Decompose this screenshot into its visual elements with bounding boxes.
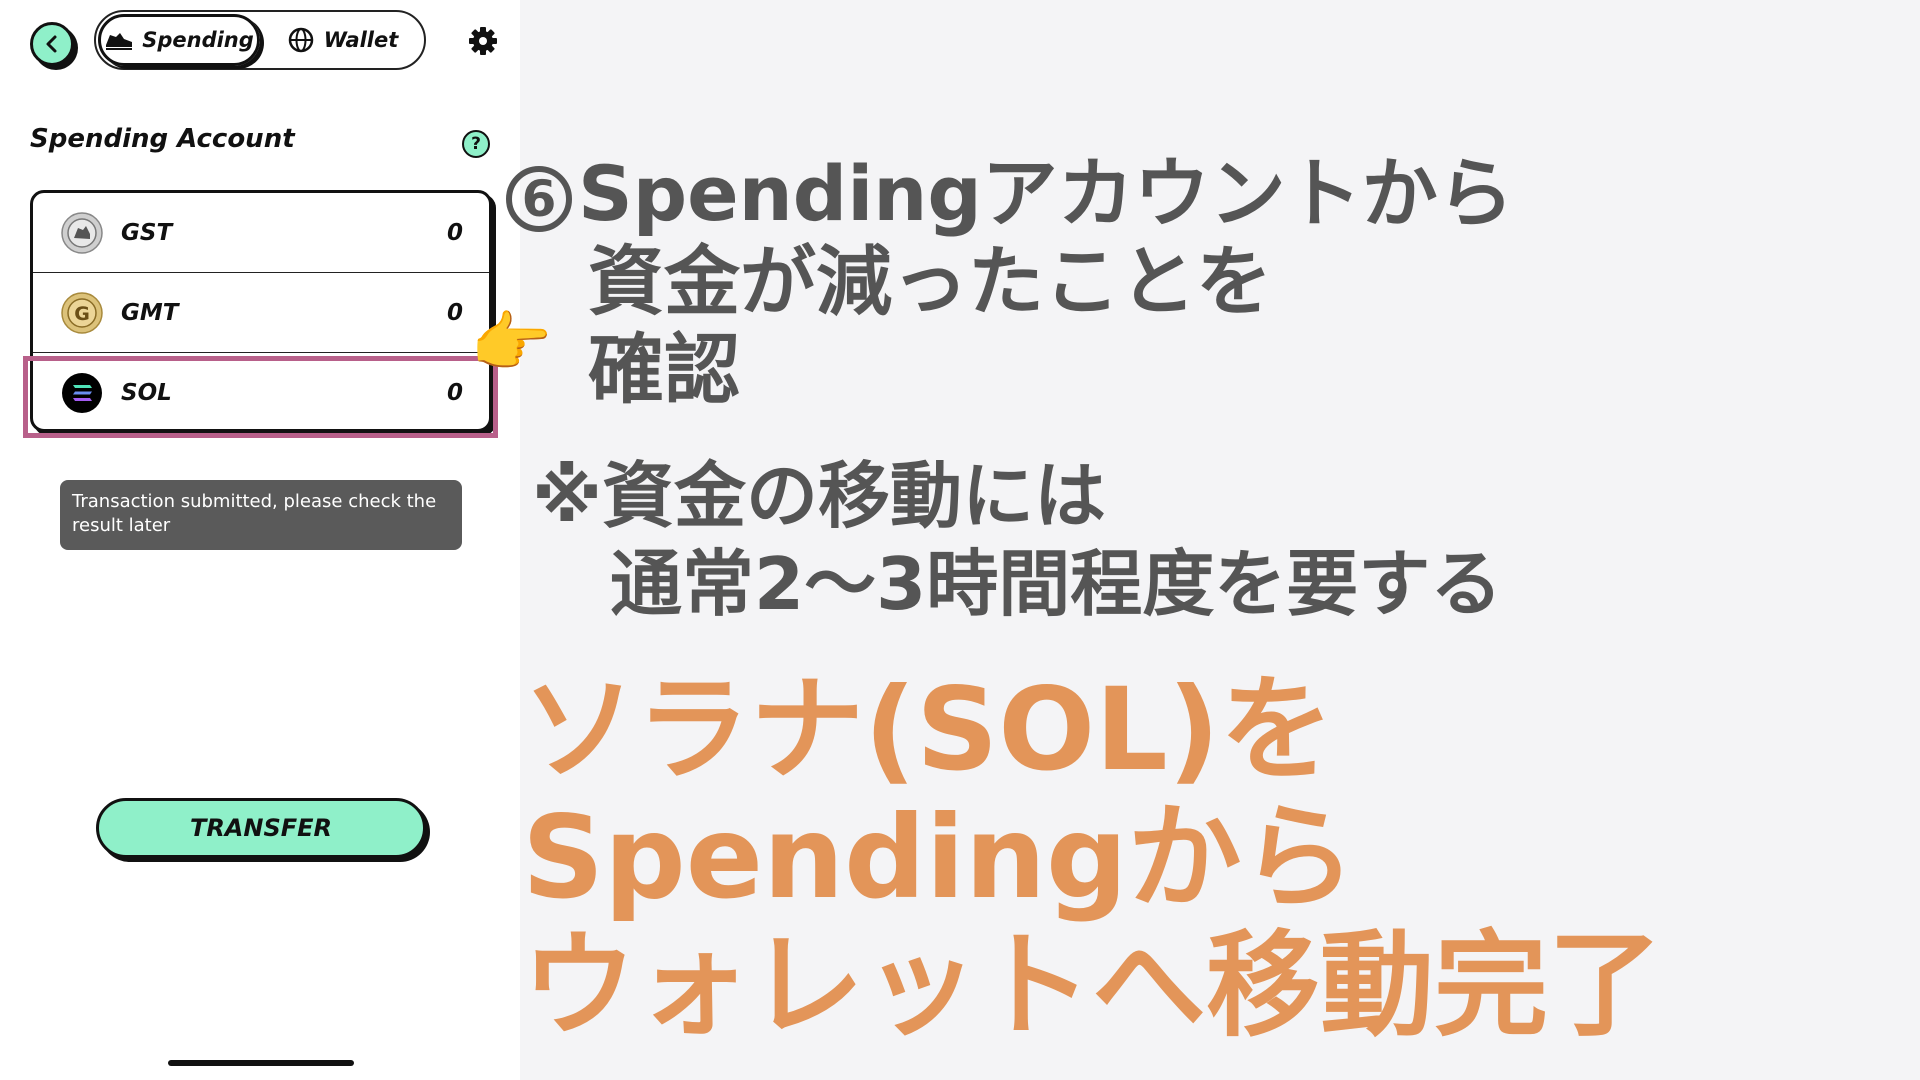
token-balance: 0 (446, 299, 463, 326)
token-name: GST (121, 219, 173, 246)
headline-line-1: ソラナ(SOL)を (522, 663, 1334, 796)
token-row-gmt[interactable]: G GMT 0 (33, 273, 489, 353)
home-indicator[interactable] (168, 1060, 354, 1066)
token-row-gst[interactable]: GST 0 (33, 193, 489, 273)
step-annotation: 6 Spendingアカウントから 資金が減ったことを 確認 (506, 150, 1514, 414)
tab-wallet[interactable]: Wallet (268, 14, 418, 66)
gst-coin-icon (61, 211, 103, 254)
token-balance: 0 (446, 219, 463, 246)
sol-highlight-box (23, 356, 498, 438)
transfer-button[interactable]: TRANSFER (96, 798, 426, 858)
gmt-coin-icon: G (61, 291, 103, 334)
help-icon[interactable]: ? (462, 130, 490, 158)
tab-spending[interactable]: Spending (98, 14, 260, 66)
step-line-2: 資金が減ったことを (588, 237, 1272, 326)
step-line-3: 確認 (588, 325, 740, 414)
back-button[interactable] (30, 22, 74, 66)
headline-line-2: Spendingから (522, 791, 1356, 924)
step-number-badge: 6 (506, 166, 572, 232)
spending-account-title: Spending Account (30, 124, 295, 154)
transaction-toast: Transaction submitted, please check the … (60, 480, 462, 550)
phone-screen: Spending Wallet Spending Account ? GST 0… (0, 0, 520, 1080)
globe-icon (288, 27, 313, 53)
headline-annotation: ソラナ(SOL)を Spendingから ウォレットへ移動完了 (522, 666, 1662, 1050)
step-line-1: Spendingアカウントから (578, 149, 1514, 238)
account-toggle: Spending Wallet (94, 10, 426, 70)
svg-text:G: G (74, 303, 90, 325)
settings-button[interactable] (466, 24, 500, 58)
chevron-left-icon (46, 35, 57, 53)
gear-icon (469, 27, 497, 55)
headline-line-3: ウォレットへ移動完了 (522, 919, 1663, 1052)
note-annotation: ※資金の移動には 通常2〜3時間程度を要する (532, 452, 1502, 628)
note-line-1: ※資金の移動には (532, 454, 1106, 538)
sneaker-icon (106, 33, 133, 50)
tab-wallet-label: Wallet (323, 28, 399, 52)
tab-spending-label: Spending (142, 28, 254, 52)
token-name: GMT (121, 299, 179, 326)
note-line-2: 通常2〜3時間程度を要する (610, 542, 1503, 626)
